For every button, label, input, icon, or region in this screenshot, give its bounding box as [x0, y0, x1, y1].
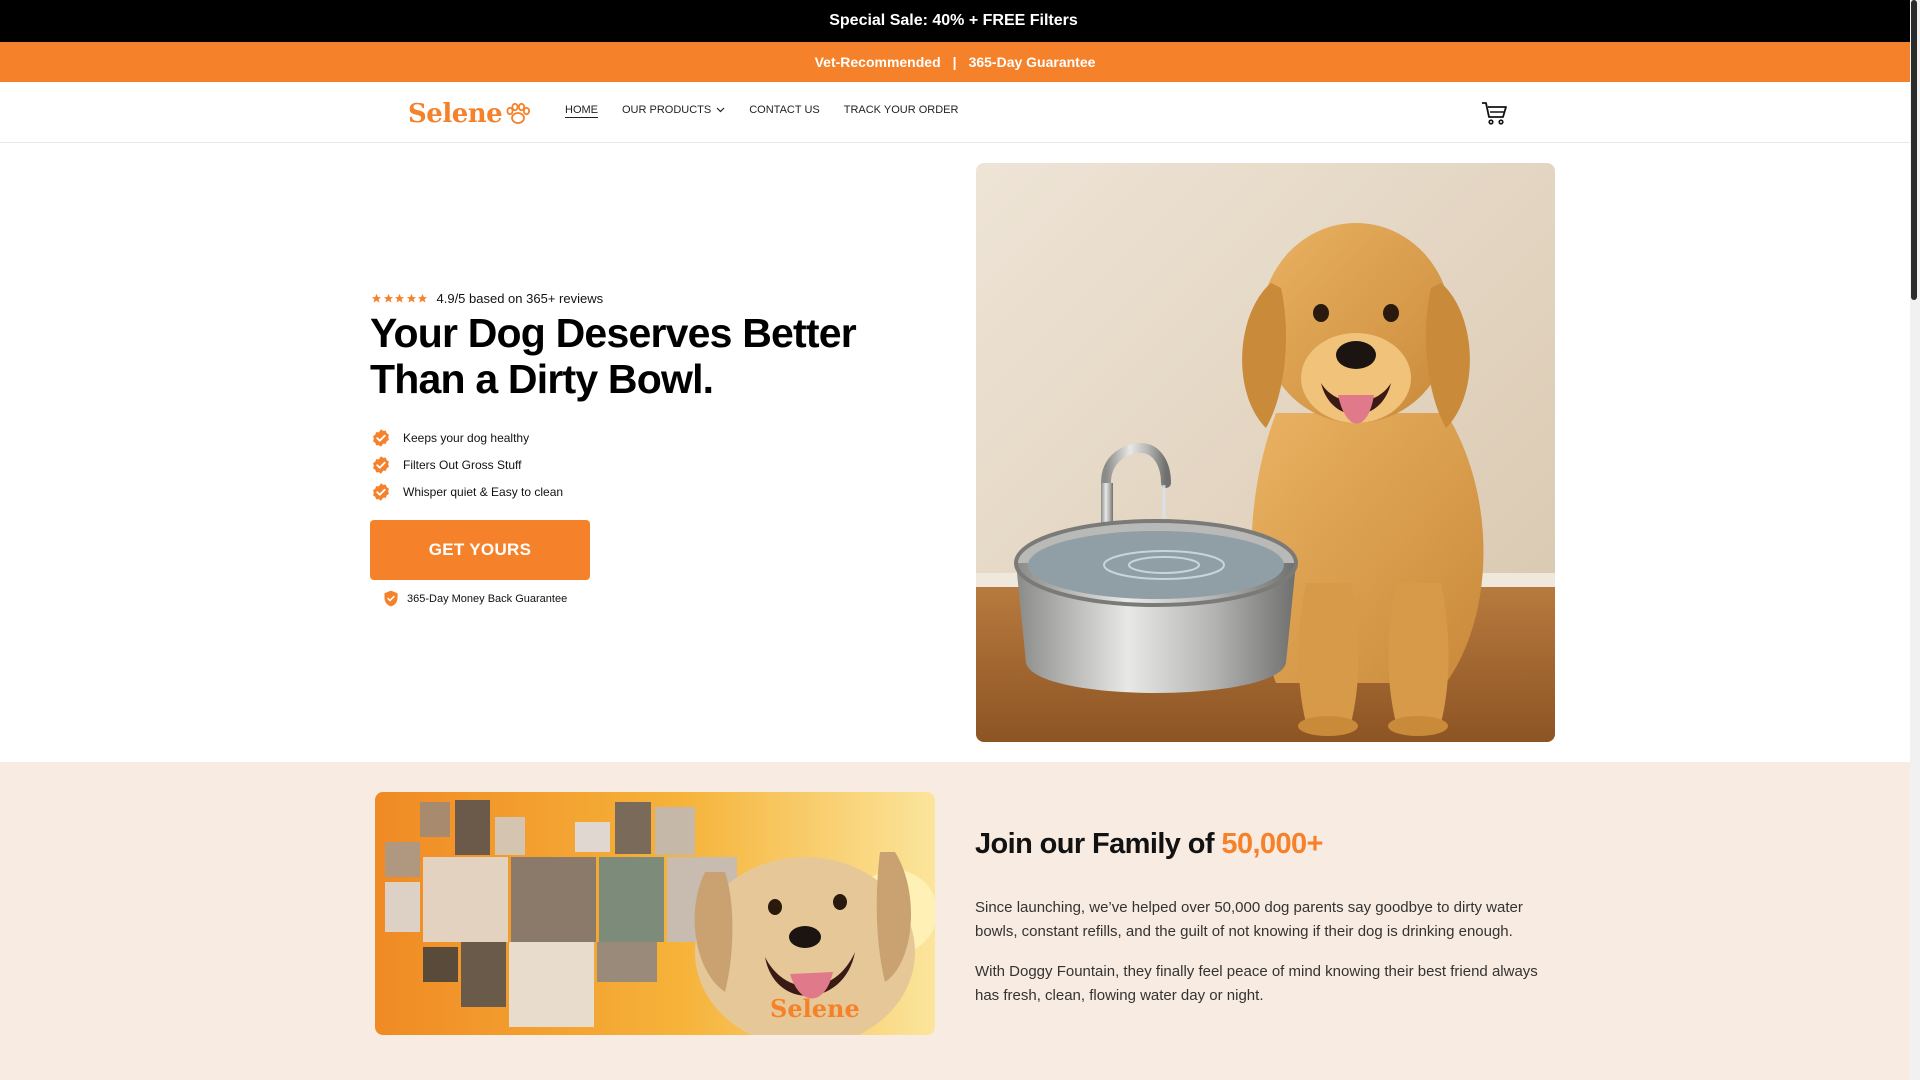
- rating-text: 4.9/5 based on 365+ reviews: [436, 291, 604, 306]
- paw-icon: [506, 102, 531, 124]
- logo-text: Selene: [408, 99, 503, 129]
- nav-home-label: HOME: [565, 104, 598, 116]
- rating-row: 4.9/5 based on 365+ reviews: [371, 291, 603, 306]
- announcement-bar: Special Sale: 40% + FREE Filters: [0, 0, 1910, 42]
- promo-left: Vet-Recommended: [814, 54, 941, 70]
- announcement-text: Special Sale: 40% + FREE Filters: [829, 12, 1078, 29]
- scrollbar-thumb[interactable]: [1911, 0, 1917, 300]
- hero-dog-image: [976, 163, 1555, 742]
- benefits-list: Keeps your dog healthy Filters Out Gross…: [371, 424, 563, 505]
- check-badge-icon: [373, 455, 389, 474]
- benefit-item: Whisper quiet & Easy to clean: [371, 478, 563, 505]
- dog-fountain-illustration: [976, 163, 1555, 742]
- family-description: Since launching, we’ve helped over 50,00…: [975, 896, 1555, 1024]
- nav-contact-us[interactable]: CONTACT US: [749, 104, 820, 116]
- get-yours-button[interactable]: GET YOURS: [370, 520, 590, 580]
- star-icon: [371, 293, 382, 303]
- star-icon: [383, 293, 393, 303]
- nav-contact-us-label: CONTACT US: [749, 104, 820, 116]
- nav-our-products[interactable]: OUR PRODUCTS: [622, 104, 725, 116]
- shield-check-icon: [384, 590, 398, 607]
- main-nav: HOME OUR PRODUCTS CONTACT US TRACK YOUR …: [565, 104, 982, 116]
- page: Special Sale: 40% + FREE Filters Vet-Rec…: [0, 0, 1920, 1080]
- nav-track-order[interactable]: TRACK YOUR ORDER: [844, 104, 959, 116]
- promo-bar: Vet-Recommended | 365-Day Guarantee: [0, 42, 1910, 82]
- logo[interactable]: Selene: [408, 99, 532, 129]
- star-icon: [417, 293, 428, 303]
- family-title: Join our Family of 50,000+: [975, 828, 1323, 861]
- cart-icon[interactable]: [1480, 99, 1508, 127]
- family-section: Selene Join our Family of 50,000+ Since …: [0, 762, 1910, 1080]
- chevron-down-icon: [716, 107, 725, 113]
- nav-home[interactable]: HOME: [565, 104, 598, 116]
- guarantee-text: 365-Day Money Back Guarantee: [407, 592, 568, 605]
- benefit-item: Filters Out Gross Stuff: [371, 451, 563, 478]
- collage-illustration: Selene: [375, 792, 935, 1035]
- benefit-text: Filters Out Gross Stuff: [403, 457, 522, 472]
- family-paragraph-1: Since launching, we’ve helped over 50,00…: [975, 899, 1523, 940]
- family-title-prefix: Join our Family of: [975, 828, 1215, 860]
- promo-right: 365-Day Guarantee: [968, 54, 1096, 70]
- nav-track-order-label: TRACK YOUR ORDER: [843, 104, 959, 116]
- check-badge-icon: [373, 482, 389, 501]
- guarantee-row: 365-Day Money Back Guarantee: [383, 590, 567, 607]
- nav-our-products-label: OUR PRODUCTS: [622, 104, 712, 116]
- star-icon: [394, 293, 405, 303]
- customer-collage-image: Selene: [375, 792, 935, 1035]
- collage-logo: Selene: [770, 994, 860, 1023]
- benefit-text: Keeps your dog healthy: [403, 430, 530, 445]
- site-header: Selene HOME OUR PRODUCTS CONTACT US TRAC…: [0, 82, 1910, 143]
- check-badge-icon: [373, 428, 389, 447]
- hero-headline: Your Dog Deserves Better Than a Dirty Bo…: [370, 310, 857, 402]
- family-title-accent: 50,000+: [1221, 828, 1323, 860]
- benefit-item: Keeps your dog healthy: [371, 424, 563, 451]
- star-rating: [371, 293, 429, 304]
- promo-separator: |: [952, 54, 957, 70]
- benefit-text: Whisper quiet & Easy to clean: [403, 484, 564, 499]
- star-icon: [406, 293, 416, 303]
- family-paragraph-2: With Doggy Fountain, they finally feel p…: [975, 963, 1538, 1004]
